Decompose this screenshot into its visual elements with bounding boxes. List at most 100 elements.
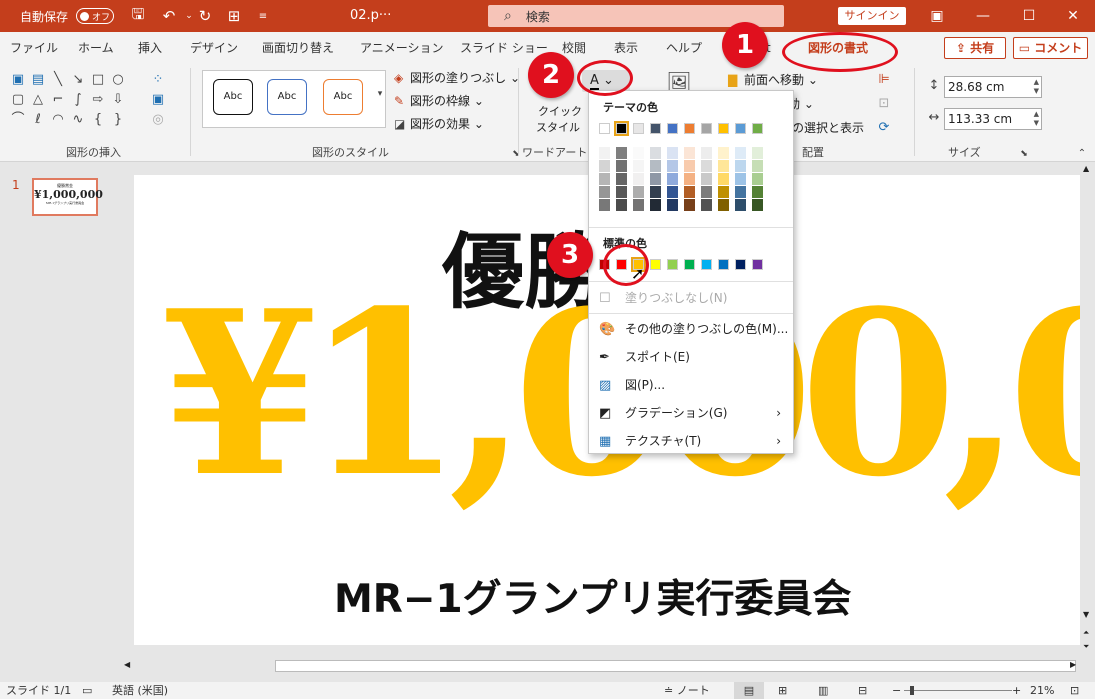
tab-animations[interactable]: アニメーション bbox=[360, 32, 444, 64]
theme-shade-swatch[interactable] bbox=[752, 186, 763, 198]
theme-color-swatch[interactable] bbox=[667, 123, 678, 134]
rectangle-icon[interactable]: □ bbox=[90, 72, 106, 88]
collapse-ribbon-icon[interactable]: ⌃ bbox=[1074, 146, 1090, 162]
theme-shade-swatch[interactable] bbox=[650, 173, 661, 185]
theme-shade-swatch[interactable] bbox=[616, 160, 627, 172]
theme-shade-swatch[interactable] bbox=[735, 186, 746, 198]
theme-shade-swatch[interactable] bbox=[599, 199, 610, 211]
zoom-slider[interactable] bbox=[904, 690, 1012, 691]
theme-shade-swatch[interactable] bbox=[599, 147, 610, 159]
more-colors-item[interactable]: 🎨 その他の塗りつぶしの色(M)... bbox=[599, 318, 788, 340]
notes-button[interactable]: ≐ ノート bbox=[664, 682, 710, 699]
theme-color-swatch[interactable] bbox=[684, 123, 695, 134]
theme-shade-swatch[interactable] bbox=[752, 173, 763, 185]
fit-slide-icon[interactable]: ⊡ bbox=[1070, 682, 1079, 699]
theme-shade-swatch[interactable] bbox=[667, 160, 678, 172]
theme-shade-swatch[interactable] bbox=[599, 173, 610, 185]
customize-qat-icon[interactable]: ≡ bbox=[250, 0, 276, 32]
theme-color-swatch[interactable] bbox=[614, 121, 629, 136]
theme-shade-swatch[interactable] bbox=[718, 160, 729, 172]
tab-transitions[interactable]: 画面切り替え bbox=[262, 32, 334, 64]
committee-text[interactable]: MR−1グランプリ実行委員会 bbox=[334, 568, 852, 624]
theme-shade-swatch[interactable] bbox=[650, 186, 661, 198]
oval-icon[interactable]: ○ bbox=[110, 72, 126, 88]
styles-more-icon[interactable]: ▾ bbox=[372, 86, 388, 102]
shape-styles-gallery[interactable]: Abc Abc Abc bbox=[202, 70, 386, 128]
tab-insert[interactable]: 挿入 bbox=[138, 32, 162, 64]
bring-forward-button[interactable]: ▇ 前面へ移動 ⌄ bbox=[728, 70, 818, 90]
texture-item[interactable]: ▦ テクスチャ(T) › bbox=[599, 430, 785, 452]
theme-color-swatch[interactable] bbox=[752, 123, 763, 134]
scroll-thumb[interactable] bbox=[275, 660, 1076, 672]
arrow-line-icon[interactable]: ↘ bbox=[70, 72, 86, 88]
gradient-item[interactable]: ◩ グラデーション(G) › bbox=[599, 402, 785, 424]
down-arrow-icon[interactable]: ⇩ bbox=[110, 92, 126, 108]
ribbon-display-icon[interactable]: ▣ bbox=[914, 0, 960, 32]
theme-color-swatch[interactable] bbox=[650, 123, 661, 134]
theme-shade-swatch[interactable] bbox=[633, 147, 644, 159]
next-slide-icon[interactable]: ⏷ bbox=[1083, 642, 1089, 652]
theme-shade-swatch[interactable] bbox=[701, 173, 712, 185]
language-indicator[interactable]: 英語 (米国) bbox=[112, 682, 168, 699]
minimize-icon[interactable]: — bbox=[960, 0, 1006, 32]
rounded-rect-icon[interactable]: ▢ bbox=[10, 92, 26, 108]
vertical-scrollbar[interactable]: ▲ ▼ ⏶ ⏷ bbox=[1081, 162, 1095, 658]
theme-shade-swatch[interactable] bbox=[735, 160, 746, 172]
reading-view-icon[interactable]: ▥ bbox=[818, 682, 828, 699]
no-fill-item[interactable]: ☐ 塗りつぶしなし(N) bbox=[599, 287, 785, 309]
theme-shade-swatch[interactable] bbox=[633, 173, 644, 185]
zoom-out-icon[interactable]: − bbox=[892, 682, 901, 699]
theme-shade-swatch[interactable] bbox=[633, 199, 644, 211]
standard-color-swatch[interactable] bbox=[701, 259, 712, 270]
brace-icon[interactable]: { bbox=[90, 112, 106, 128]
picture-item[interactable]: ▨ 図(P)... bbox=[599, 374, 785, 396]
scroll-up-icon[interactable]: ▲ bbox=[1083, 164, 1089, 173]
autosave-toggle[interactable]: オフ bbox=[76, 8, 114, 24]
prev-slide-icon[interactable]: ⏶ bbox=[1083, 628, 1089, 638]
theme-color-swatch[interactable] bbox=[718, 123, 729, 134]
selection-pane-button[interactable]: の選択と表示 bbox=[792, 118, 864, 138]
theme-shade-swatch[interactable] bbox=[667, 147, 678, 159]
comment-button[interactable]: ▭ コメント bbox=[1013, 37, 1088, 59]
vertical-textbox-icon[interactable]: ▤ bbox=[30, 72, 46, 88]
theme-shade-swatch[interactable] bbox=[718, 173, 729, 185]
scroll-right-icon[interactable]: ▶ bbox=[1070, 660, 1076, 669]
standard-color-swatch[interactable] bbox=[735, 259, 746, 270]
textbox-icon[interactable]: ▣ bbox=[10, 72, 26, 88]
curved-connector-icon[interactable]: ∫ bbox=[70, 92, 86, 108]
rotate-icon[interactable]: ⟳ bbox=[876, 120, 892, 136]
curve-icon[interactable]: ∿ bbox=[70, 112, 86, 128]
slideshow-icon[interactable]: ⊟ bbox=[858, 682, 867, 699]
edit-shape-icon[interactable]: ⁘ bbox=[150, 72, 166, 88]
style-option-orange[interactable]: Abc bbox=[323, 79, 363, 115]
theme-shade-swatch[interactable] bbox=[701, 147, 712, 159]
tab-view[interactable]: 表示 bbox=[614, 32, 638, 64]
shape-effects-button[interactable]: ◪ 図形の効果 ⌄ bbox=[394, 114, 484, 134]
standard-color-swatch[interactable] bbox=[684, 259, 695, 270]
height-field[interactable]: 28.68 cm ▲ ▼ bbox=[944, 76, 1042, 98]
theme-shade-swatch[interactable] bbox=[735, 147, 746, 159]
standard-color-swatch[interactable] bbox=[667, 259, 678, 270]
freeform-icon[interactable]: ⌒ bbox=[10, 112, 26, 128]
theme-shade-swatch[interactable] bbox=[616, 147, 627, 159]
tab-file[interactable]: ファイル bbox=[10, 32, 58, 64]
zoom-level[interactable]: 21% bbox=[1030, 682, 1054, 699]
theme-shade-swatch[interactable] bbox=[650, 199, 661, 211]
theme-shade-swatch[interactable] bbox=[684, 199, 695, 211]
theme-shade-swatch[interactable] bbox=[633, 186, 644, 198]
group-icon[interactable]: ⊡ bbox=[876, 96, 892, 112]
maximize-icon[interactable]: ☐ bbox=[1006, 0, 1052, 32]
theme-shade-swatch[interactable] bbox=[667, 199, 678, 211]
theme-shade-swatch[interactable] bbox=[752, 147, 763, 159]
eyedropper-item[interactable]: ✒ スポイト(E) bbox=[599, 346, 785, 368]
theme-color-swatch[interactable] bbox=[701, 123, 712, 134]
size-launcher-icon[interactable]: ⬊ bbox=[1016, 146, 1032, 162]
theme-shade-swatch[interactable] bbox=[735, 199, 746, 211]
horizontal-scrollbar[interactable]: ◀ ▶ bbox=[120, 658, 1081, 674]
theme-shade-swatch[interactable] bbox=[599, 186, 610, 198]
save-icon[interactable]: 🖫 bbox=[125, 0, 151, 32]
close-icon[interactable]: ✕ bbox=[1050, 0, 1095, 32]
theme-shade-swatch[interactable] bbox=[650, 160, 661, 172]
theme-shade-swatch[interactable] bbox=[684, 160, 695, 172]
arc-icon[interactable]: ◠ bbox=[50, 112, 66, 128]
